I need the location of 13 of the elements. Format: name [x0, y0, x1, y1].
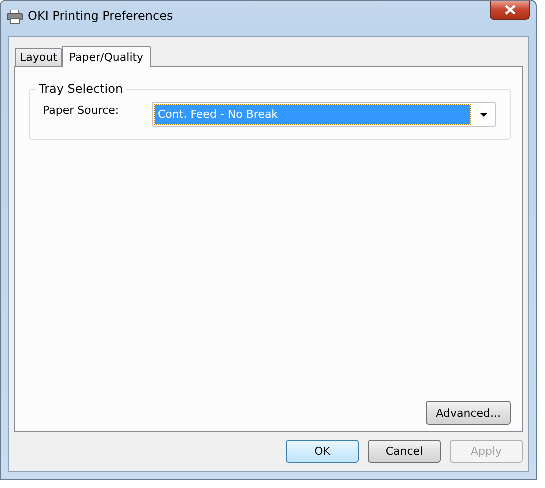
caret-icon: [480, 112, 488, 116]
window-title: OKI Printing Preferences: [28, 9, 174, 23]
field-label: Paper Source:: [43, 104, 120, 117]
tab[interactable]: Layout: [15, 48, 62, 66]
dialog-button[interactable]: Cancel: [368, 440, 441, 463]
tab[interactable]: Paper/Quality: [62, 46, 151, 67]
dropdown-value: Cont. Feed - No Break: [155, 105, 470, 124]
close-icon: [504, 5, 516, 15]
dialog-button[interactable]: OK: [286, 440, 359, 463]
group-title: Tray Selection: [36, 82, 126, 96]
printer-icon: [7, 10, 23, 24]
advanced-button[interactable]: Advanced...: [426, 401, 511, 425]
close-button[interactable]: [490, 1, 530, 20]
